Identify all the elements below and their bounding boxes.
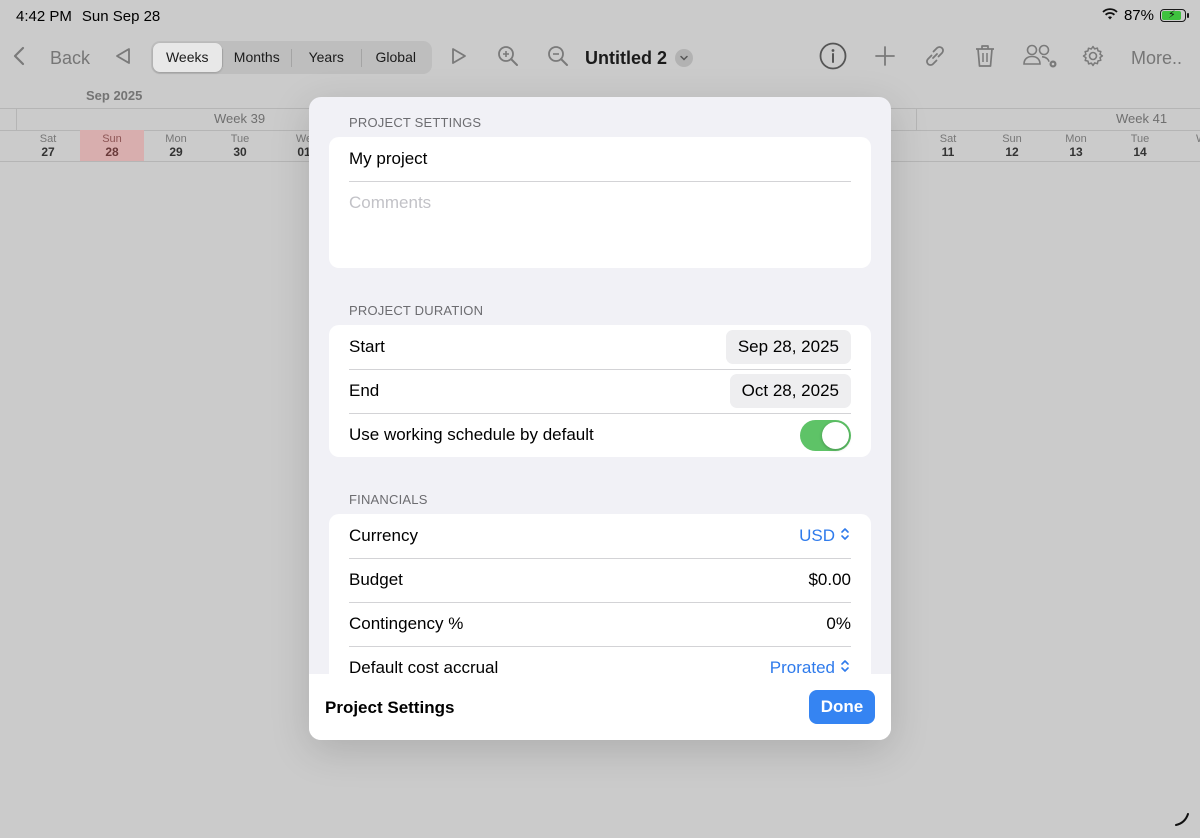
done-button[interactable]: Done [809, 690, 875, 724]
project-name-value: My project [349, 149, 428, 168]
link-icon [922, 43, 948, 74]
battery-icon: ⚡ [1160, 9, 1189, 22]
section-header-project-duration: PROJECT DURATION [349, 303, 484, 318]
wifi-icon [1102, 7, 1118, 24]
settings-scroll-area[interactable]: PROJECT SETTINGS My project Comments PRO… [309, 97, 891, 674]
comments-placeholder: Comments [349, 193, 432, 212]
previous-button[interactable] [113, 38, 133, 78]
triangle-left-icon [113, 46, 133, 71]
segment-years[interactable]: Years [292, 43, 361, 72]
working-schedule-label: Use working schedule by default [349, 425, 594, 444]
zoom-in-button[interactable] [496, 38, 520, 78]
week-label: Week 39 [214, 111, 266, 126]
currency-label: Currency [349, 526, 418, 545]
day-cell-today[interactable]: Sun 28 [80, 130, 144, 161]
delete-button[interactable] [973, 38, 997, 78]
zoom-out-button[interactable] [546, 38, 570, 78]
zoom-in-icon [496, 44, 520, 73]
end-date-picker[interactable]: Oct 28, 2025 [729, 374, 851, 408]
document-title: Untitled 2 [585, 47, 668, 68]
back-button[interactable]: Back [10, 38, 90, 78]
status-time: 4:42 PM [16, 8, 72, 25]
document-title-button[interactable]: Untitled 2 [585, 38, 694, 78]
section-header-project-settings: PROJECT SETTINGS [349, 115, 482, 130]
project-name-field[interactable]: My project [349, 137, 851, 182]
more-button[interactable]: More.. [1131, 38, 1182, 78]
week-label: Week 41 [1116, 111, 1168, 126]
day-cell[interactable]: Tue 30 [208, 130, 272, 161]
cost-accrual-label: Default cost accrual [349, 658, 499, 674]
battery-percent: 87% [1123, 7, 1154, 24]
next-button[interactable] [449, 38, 469, 78]
section-header-financials: FINANCIALS [349, 492, 428, 507]
day-cell[interactable]: W [1172, 130, 1200, 161]
toolbar: Back Weeks Months Years Global Untitled … [0, 38, 1200, 78]
chevron-up-down-icon [839, 658, 851, 675]
budget-label: Budget [349, 570, 403, 589]
day-cell[interactable]: Sun 12 [980, 130, 1044, 161]
zoom-out-icon [546, 44, 570, 73]
cost-accrual-picker[interactable]: Prorated [769, 658, 851, 675]
status-date: Sun Sep 28 [81, 8, 161, 25]
financials-group: Currency USD Budget $0.00 Contingency % … [329, 514, 871, 674]
budget-row[interactable]: Budget $0.00 [349, 558, 851, 603]
project-settings-sheet: PROJECT SETTINGS My project Comments PRO… [309, 97, 891, 740]
day-cell[interactable]: Sat 11 [916, 130, 980, 161]
currency-value: USD [799, 526, 835, 545]
segment-months[interactable]: Months [223, 43, 292, 72]
sheet-footer: Project Settings Done [309, 674, 891, 740]
cost-accrual-row[interactable]: Default cost accrual Prorated [349, 646, 851, 674]
end-row: End Oct 28, 2025 [349, 369, 851, 414]
resources-button[interactable] [1022, 38, 1060, 78]
currency-picker[interactable]: USD [799, 526, 851, 547]
chevron-up-down-icon [839, 526, 851, 547]
currency-row[interactable]: Currency USD [349, 514, 851, 559]
segment-global[interactable]: Global [362, 43, 431, 72]
cost-accrual-value: Prorated [769, 658, 835, 674]
budget-value[interactable]: $0.00 [808, 570, 851, 590]
gear-icon [1081, 44, 1105, 73]
plus-icon [874, 45, 896, 72]
triangle-right-icon [449, 46, 469, 71]
project-duration-group: Start Sep 28, 2025 End Oct 28, 2025 Use … [329, 325, 871, 457]
day-cell[interactable]: Mon 13 [1044, 130, 1108, 161]
back-label: Back [50, 47, 91, 68]
working-schedule-row: Use working schedule by default [349, 413, 851, 457]
chevron-down-icon [675, 49, 694, 67]
status-bar: 4:42 PM Sun Sep 28 87% ⚡ [0, 0, 1200, 32]
resize-corner-icon[interactable] [1174, 811, 1190, 832]
segment-weeks[interactable]: Weeks [153, 43, 222, 72]
add-button[interactable] [874, 38, 896, 78]
info-button[interactable] [819, 38, 847, 78]
comments-field[interactable]: Comments [349, 181, 851, 225]
contingency-row[interactable]: Contingency % 0% [349, 602, 851, 647]
settings-button[interactable] [1081, 38, 1105, 78]
view-segmented-control: Weeks Months Years Global [151, 41, 432, 74]
start-label: Start [349, 337, 385, 356]
info-icon [819, 42, 847, 75]
link-button[interactable] [922, 38, 948, 78]
contingency-label: Contingency % [349, 614, 464, 633]
working-schedule-toggle[interactable] [800, 419, 851, 451]
trash-icon [973, 43, 997, 74]
day-cell[interactable]: Tue 14 [1108, 130, 1172, 161]
month-label: Sep 2025 [86, 88, 143, 103]
start-row: Start Sep 28, 2025 [349, 325, 851, 370]
day-cell[interactable]: Sat 27 [16, 130, 80, 161]
people-gear-icon [1022, 42, 1060, 75]
chevron-left-icon [10, 45, 28, 72]
sheet-title: Project Settings [325, 698, 455, 717]
contingency-value[interactable]: 0% [826, 614, 851, 634]
end-label: End [349, 381, 380, 400]
day-cell[interactable]: Mon 29 [144, 130, 208, 161]
project-info-group: My project Comments [329, 137, 871, 268]
start-date-picker[interactable]: Sep 28, 2025 [725, 330, 851, 364]
